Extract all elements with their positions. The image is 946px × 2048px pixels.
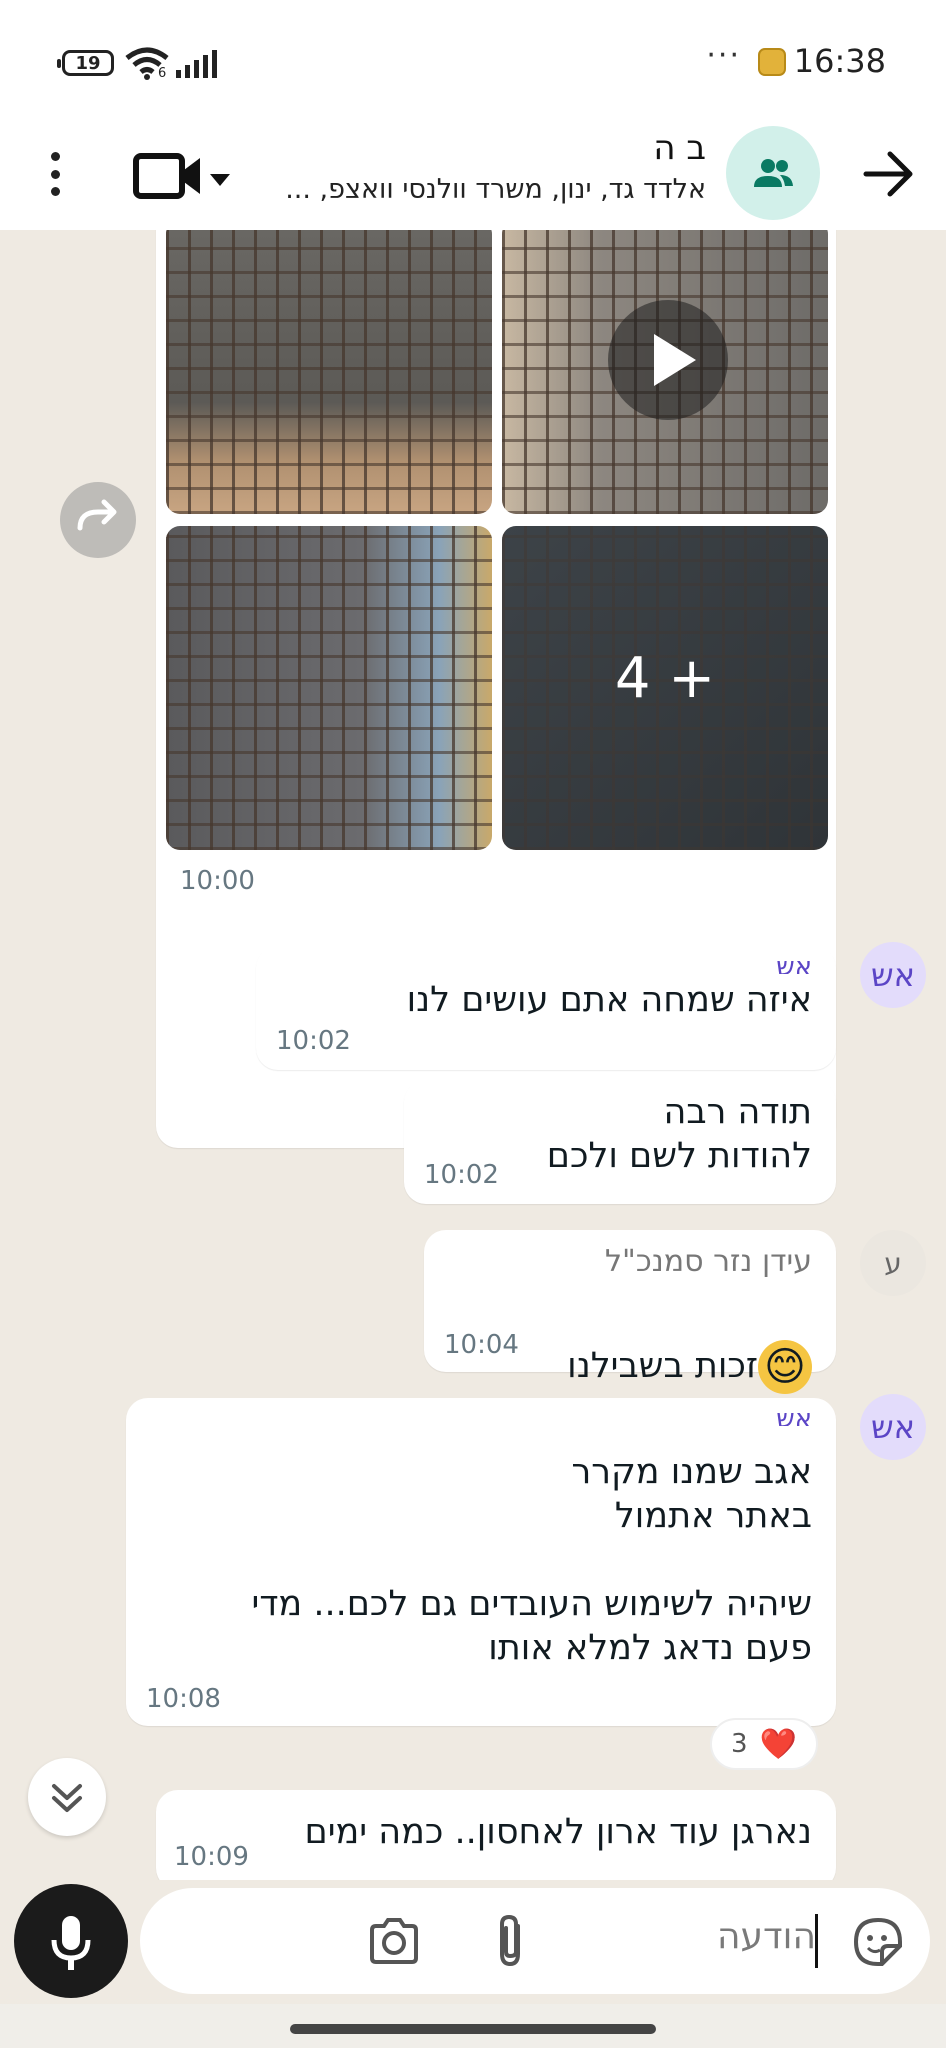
chat-header: ב ה אלדד גד, ינון, משרד וולנסי וואצפ, ..… xyxy=(0,120,946,230)
forward-icon xyxy=(77,499,117,531)
voice-message-button[interactable] xyxy=(14,1884,128,1998)
play-icon[interactable] xyxy=(608,300,728,420)
message-time: 10:04 xyxy=(444,1330,519,1360)
back-arrow-icon[interactable] xyxy=(860,146,916,202)
photo-1[interactable] xyxy=(166,230,492,514)
more-options-icon[interactable] xyxy=(40,144,70,204)
notification-app-icon xyxy=(758,48,786,76)
message-bubble[interactable]: נארגן עוד ארון לאחסון.. כמה ימים 10:09 xyxy=(156,1790,836,1880)
message-emoji: 😊 xyxy=(758,1340,812,1394)
group-icon xyxy=(754,159,793,187)
message-text: איזה שמחה אתם עושים לנו xyxy=(406,980,812,1020)
status-time: 16:38 xyxy=(793,42,886,80)
attach-icon[interactable] xyxy=(490,1912,530,1970)
group-title[interactable]: ב ה xyxy=(286,128,706,172)
sender-avatar[interactable]: ע xyxy=(860,1230,926,1296)
message-text: נארגן עוד ארון לאחסון.. כמה ימים xyxy=(304,1812,812,1852)
message-bubble[interactable]: אש איזה שמחה אתם עושים לנו 10:02 xyxy=(256,946,836,1070)
message-text: 😊זכות בשבילנו xyxy=(567,1296,812,1394)
signal-icon xyxy=(176,50,217,78)
chevron-double-down-icon xyxy=(52,1784,82,1812)
sender-name: עידן נזר סמנכ"ל xyxy=(604,1244,812,1279)
sender-avatar[interactable]: אש xyxy=(860,942,926,1008)
message-bubble[interactable]: תודה רבה להודות לשם ולכם 10:02 xyxy=(404,1080,836,1204)
text-cursor xyxy=(815,1914,818,1968)
message-time: 10:02 xyxy=(276,1026,351,1056)
group-members[interactable]: אלדד גד, ינון, משרד וולנסי וואצפ, ... xyxy=(266,174,706,205)
message-input[interactable]: הודעה xyxy=(140,1888,930,1994)
message-time: 10:00 xyxy=(180,866,255,896)
more-media-count: 4 + xyxy=(614,646,716,711)
chat-area[interactable]: 4 + 10:00 אש אש איזה שמחה אתם עושים לנו … xyxy=(0,230,946,1880)
sender-name: אש xyxy=(776,952,812,974)
sender-name: אש xyxy=(776,1404,812,1426)
network-gen-label: 6 xyxy=(158,66,167,81)
camera-icon[interactable] xyxy=(368,1916,420,1966)
group-avatar[interactable] xyxy=(726,126,820,220)
reaction-badge[interactable]: 3 ❤️ xyxy=(710,1718,818,1770)
message-time: 10:08 xyxy=(146,1684,221,1714)
status-bar: 19 6 ··· 16:38 xyxy=(0,0,946,120)
photo-3[interactable] xyxy=(166,526,492,850)
forward-button[interactable] xyxy=(60,482,136,558)
heart-icon: ❤️ xyxy=(759,1726,797,1762)
photo-4[interactable]: 4 + xyxy=(502,526,828,850)
message-bubble[interactable]: אש אגב שמנו מקרר באתר אתמול שיהיה לשימוש… xyxy=(126,1398,836,1726)
video-call-icon[interactable] xyxy=(132,144,242,208)
message-bubble[interactable]: עידן נזר סמנכ"ל 😊זכות בשבילנו 10:04 xyxy=(424,1230,836,1394)
scroll-to-bottom-button[interactable] xyxy=(28,1758,106,1836)
home-indicator[interactable] xyxy=(290,2024,656,2034)
message-text: אגב שמנו מקרר באתר אתמול שיהיה לשימוש הע… xyxy=(251,1452,813,1668)
message-time: 10:02 xyxy=(424,1160,499,1190)
sticker-icon[interactable] xyxy=(852,1916,904,1968)
message-body: זכות בשבילנו xyxy=(567,1346,758,1386)
battery-indicator: 19 xyxy=(57,50,114,76)
message-time: 10:09 xyxy=(174,1842,249,1872)
message-text: תודה רבה להודות לשם ולכם xyxy=(546,1092,812,1176)
sender-avatar[interactable]: אש xyxy=(860,1394,926,1460)
notification-more-icon: ··· xyxy=(706,38,741,73)
reaction-count: 3 xyxy=(731,1729,748,1759)
message-placeholder: הודעה xyxy=(716,1916,816,1957)
microphone-icon xyxy=(51,1916,91,1970)
